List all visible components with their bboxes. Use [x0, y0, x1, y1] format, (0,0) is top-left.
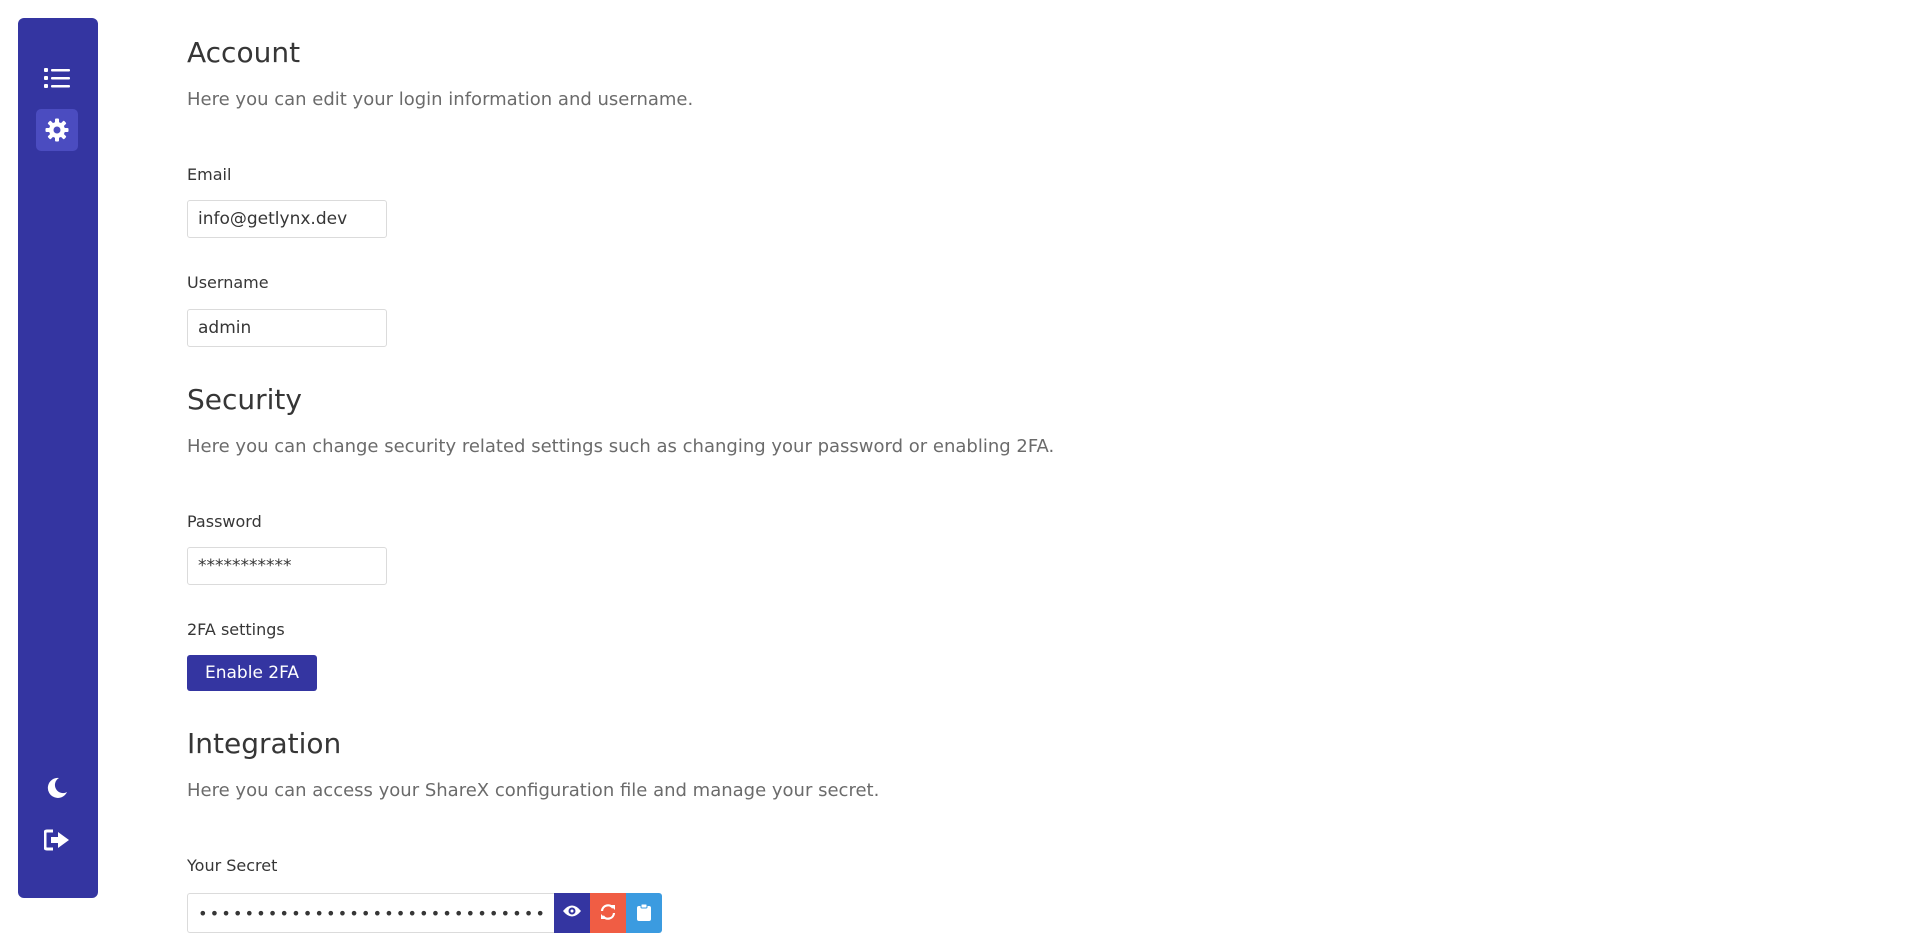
sign-out-icon — [44, 829, 70, 851]
list-icon — [44, 67, 70, 89]
refresh-icon — [599, 904, 617, 920]
secret-field[interactable] — [187, 893, 554, 933]
copy-secret-button[interactable] — [626, 893, 662, 933]
settings-content: Account Here you can edit your login inf… — [187, 0, 1920, 916]
secret-label: Your Secret — [187, 856, 277, 875]
regenerate-secret-button[interactable] — [590, 893, 626, 933]
account-title: Account — [187, 36, 300, 69]
password-label: Password — [187, 512, 262, 531]
gear-icon — [45, 118, 69, 142]
dark-mode-toggle[interactable] — [36, 767, 78, 809]
integration-title: Integration — [187, 727, 341, 760]
clipboard-icon — [637, 904, 651, 921]
twofa-label: 2FA settings — [187, 620, 285, 639]
security-title: Security — [187, 383, 302, 416]
sidebar — [18, 18, 98, 898]
integration-description: Here you can access your ShareX configur… — [187, 780, 879, 801]
email-label: Email — [187, 165, 231, 184]
sidebar-item-settings[interactable] — [36, 109, 78, 151]
username-label: Username — [187, 273, 269, 292]
security-description: Here you can change security related set… — [187, 436, 1054, 457]
enable-2fa-button[interactable]: Enable 2FA — [187, 655, 317, 691]
secret-input-group — [187, 893, 662, 933]
logout-button[interactable] — [36, 819, 78, 861]
password-field[interactable] — [187, 547, 387, 585]
username-field[interactable] — [187, 309, 387, 347]
show-secret-button[interactable] — [554, 893, 590, 933]
account-description: Here you can edit your login information… — [187, 89, 693, 110]
email-field[interactable] — [187, 200, 387, 238]
moon-icon — [46, 777, 68, 799]
sidebar-item-list[interactable] — [36, 57, 78, 99]
